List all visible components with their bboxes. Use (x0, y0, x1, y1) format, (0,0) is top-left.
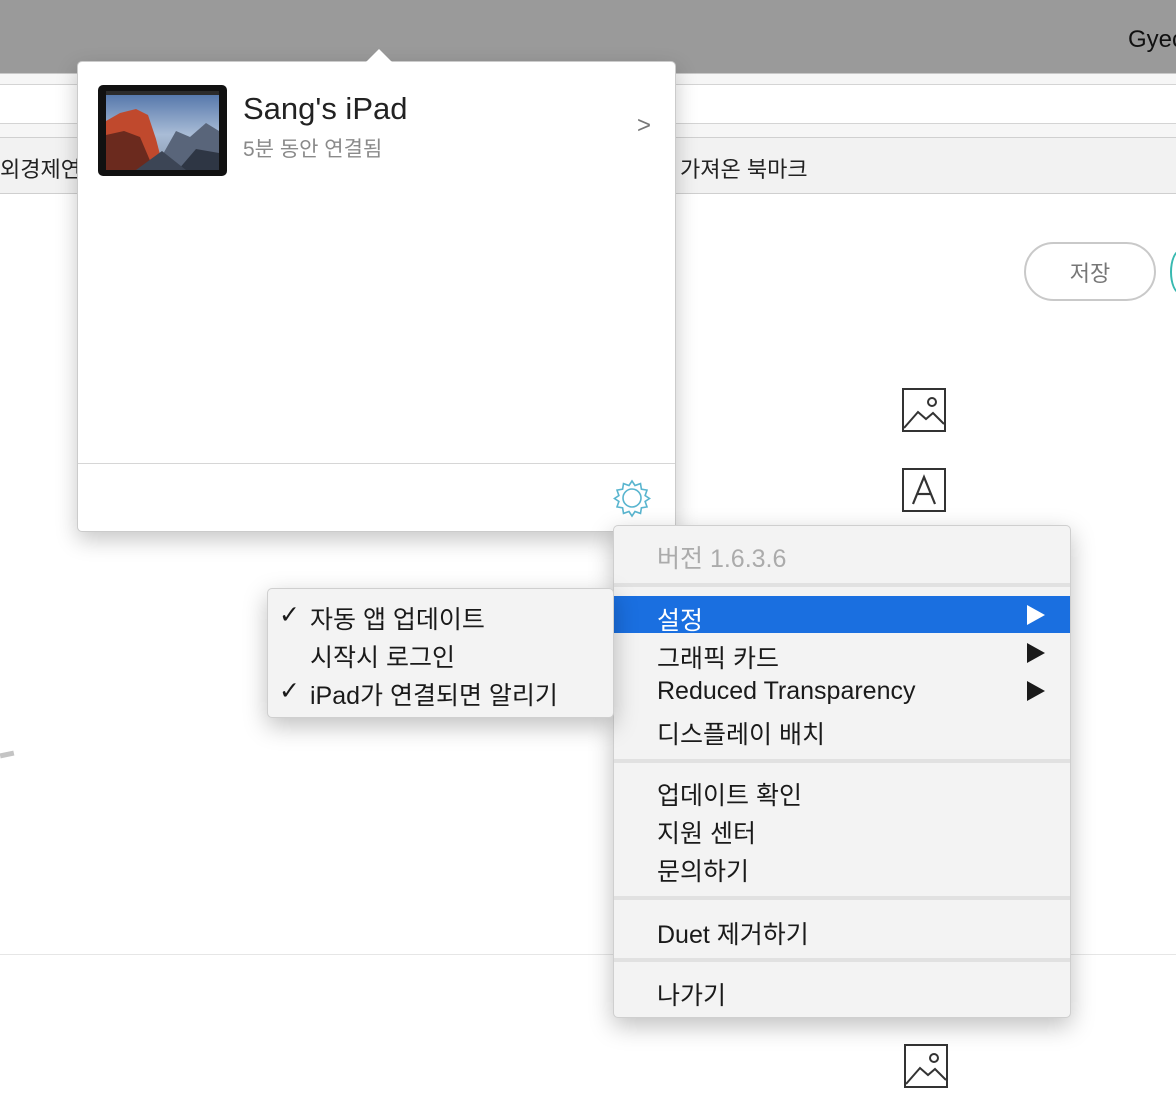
settings-submenu: ✓ 자동 앱 업데이트 시작시 로그인 ✓ iPad가 연결되면 알리기 (267, 588, 614, 718)
menu-item-display-arrangement[interactable]: 디스플레이 배치 (614, 710, 1070, 749)
bookmark-item-imported[interactable]: 가져온 북마크 (680, 152, 808, 184)
menubar-user-name[interactable]: Gyec (1128, 26, 1176, 54)
menu-item-settings-label: 설정 (657, 607, 704, 635)
submenu-arrow-icon (1027, 605, 1045, 625)
partial-mark (0, 750, 15, 759)
wallpaper-image (106, 91, 219, 170)
menu-item-contact[interactable]: 문의하기 (614, 847, 1070, 886)
text-tool-icon[interactable] (902, 468, 946, 512)
submenu-item-notify-connect[interactable]: ✓ iPad가 연결되면 알리기 (268, 671, 613, 710)
menu-item-contact-label: 문의하기 (657, 858, 750, 886)
menu-separator (614, 583, 1070, 587)
checkmark-icon: ✓ (279, 677, 300, 705)
app-context-menu: 버전 1.6.3.6 설정 그래픽 카드 Reduced Transparenc… (613, 525, 1071, 1018)
menu-item-quit-label: 나가기 (657, 982, 727, 1010)
duet-popover: Sang's iPad 5분 동안 연결됨 > (77, 49, 676, 532)
popover-arrow (366, 49, 392, 62)
image-icon-bottom[interactable] (904, 1044, 948, 1088)
submenu-item-auto-update[interactable]: ✓ 자동 앱 업데이트 (268, 595, 613, 634)
submenu-arrow-icon (1027, 643, 1045, 663)
menu-item-reduced-transparency-label: Reduced Transparency (657, 677, 916, 705)
menu-separator (614, 958, 1070, 962)
submenu-item-notify-connect-label: iPad가 연결되면 알리기 (310, 682, 558, 710)
menu-item-remove-duet-label: Duet 제거하기 (657, 921, 809, 949)
submenu-item-login-start-label: 시작시 로그인 (310, 644, 455, 672)
menu-item-version: 버전 1.6.3.6 (614, 534, 1070, 573)
chevron-right-icon[interactable]: > (637, 112, 651, 140)
menu-item-graphics-card-label: 그래픽 카드 (657, 645, 779, 673)
teal-circle-button[interactable] (1170, 250, 1176, 294)
menu-item-version-label: 버전 1.6.3.6 (657, 545, 787, 573)
menu-separator (614, 759, 1070, 763)
submenu-item-auto-update-label: 자동 앱 업데이트 (310, 606, 485, 634)
menu-item-reduced-transparency[interactable]: Reduced Transparency (614, 672, 1070, 709)
bookmark-item-left[interactable]: 외경제연 (0, 152, 81, 184)
menu-item-remove-duet[interactable]: Duet 제거하기 (614, 910, 1070, 949)
menu-separator (614, 896, 1070, 900)
menu-item-display-arrangement-label: 디스플레이 배치 (657, 721, 825, 749)
device-name: Sang's iPad (243, 91, 408, 126)
device-row[interactable]: Sang's iPad 5분 동안 연결됨 > (78, 62, 675, 192)
device-status: 5분 동안 연결됨 (243, 138, 383, 161)
menu-item-graphics-card[interactable]: 그래픽 카드 (614, 634, 1070, 673)
image-icon[interactable] (902, 388, 946, 432)
menu-item-check-updates-label: 업데이트 확인 (657, 782, 802, 810)
save-button[interactable]: 저장 (1024, 242, 1156, 301)
menu-item-support-center[interactable]: 지원 센터 (614, 809, 1070, 848)
menu-item-quit[interactable]: 나가기 (614, 971, 1070, 1010)
menu-item-support-center-label: 지원 센터 (657, 820, 756, 848)
menu-item-check-updates[interactable]: 업데이트 확인 (614, 771, 1070, 810)
gear-icon[interactable] (612, 478, 652, 518)
checkmark-icon: ✓ (279, 601, 300, 629)
popover-footer (78, 463, 675, 531)
menu-item-settings[interactable]: 설정 (614, 596, 1070, 635)
ipad-thumbnail (98, 85, 227, 176)
submenu-item-login-start[interactable]: 시작시 로그인 (268, 633, 613, 672)
submenu-arrow-icon (1027, 681, 1045, 701)
